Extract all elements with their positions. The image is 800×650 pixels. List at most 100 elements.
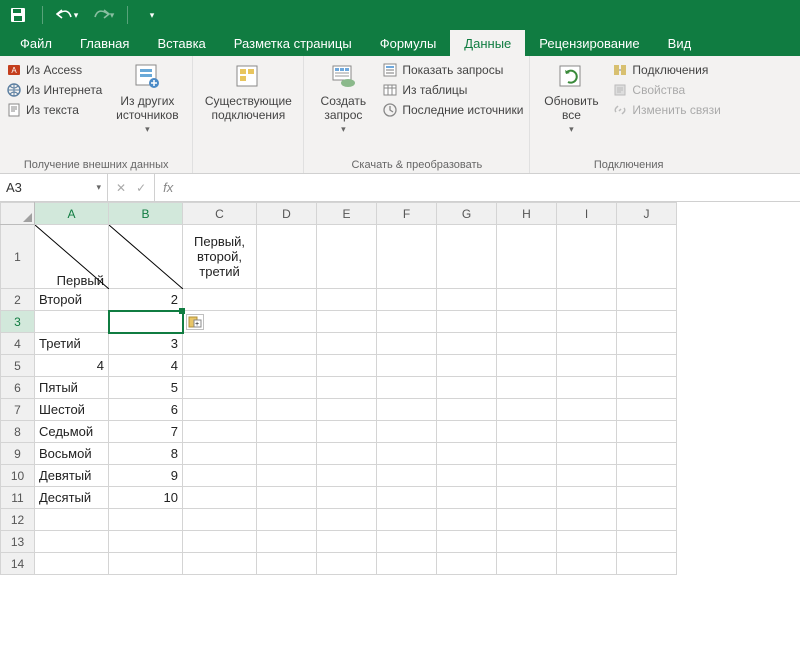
tab-pagelayout[interactable]: Разметка страницы [220,30,366,56]
cell[interactable] [557,553,617,575]
column-header[interactable]: G [437,203,497,225]
cell[interactable] [437,225,497,289]
new-query-button[interactable]: Создать запрос▾ [310,60,376,135]
cell[interactable] [617,531,677,553]
cell[interactable] [557,333,617,355]
from-table-button[interactable]: Из таблицы [382,80,523,100]
redo-icon[interactable]: ▾ [91,3,115,27]
cell[interactable] [183,289,257,311]
cell[interactable]: 8 [109,443,183,465]
cell[interactable] [183,333,257,355]
recent-sources-button[interactable]: Последние источники [382,100,523,120]
cell[interactable] [183,377,257,399]
cell[interactable] [257,531,317,553]
cell[interactable] [35,311,109,333]
cell[interactable] [617,465,677,487]
chevron-down-icon[interactable]: ▾ [96,182,101,193]
row-header[interactable]: 5 [1,355,35,377]
tab-formulas[interactable]: Формулы [366,30,451,56]
cell[interactable] [257,443,317,465]
cell[interactable] [377,399,437,421]
cell[interactable] [183,465,257,487]
cell[interactable] [257,377,317,399]
cell[interactable] [497,487,557,509]
cell[interactable] [437,289,497,311]
cell[interactable] [183,531,257,553]
cell[interactable]: 4 [109,355,183,377]
column-header[interactable]: D [257,203,317,225]
customize-qat-icon[interactable]: ▾ [140,3,164,27]
cell[interactable] [257,333,317,355]
cell[interactable] [497,465,557,487]
cell[interactable] [377,553,437,575]
cell[interactable] [109,225,183,289]
row-header[interactable]: 1 [1,225,35,289]
row-header[interactable]: 13 [1,531,35,553]
cell[interactable] [437,333,497,355]
cell[interactable] [317,553,377,575]
cell[interactable] [377,333,437,355]
cell[interactable] [557,487,617,509]
cell[interactable] [377,377,437,399]
cell[interactable] [257,509,317,531]
row-header[interactable]: 12 [1,509,35,531]
cell[interactable] [257,399,317,421]
cell[interactable] [257,421,317,443]
cell[interactable] [257,487,317,509]
select-all-corner[interactable] [1,203,35,225]
cell[interactable] [317,443,377,465]
cell[interactable] [437,531,497,553]
cell[interactable] [497,289,557,311]
from-other-sources-button[interactable]: Из других источников▾ [108,60,186,135]
cell[interactable] [617,377,677,399]
cell[interactable]: Десятый [35,487,109,509]
from-access-button[interactable]: A Из Access [6,60,102,80]
row-header[interactable]: 3 [1,311,35,333]
cell[interactable] [317,225,377,289]
cell[interactable] [35,553,109,575]
tab-review[interactable]: Рецензирование [525,30,653,56]
cell[interactable]: Пятый [35,377,109,399]
row-header[interactable]: 11 [1,487,35,509]
row-header[interactable]: 4 [1,333,35,355]
cell[interactable] [377,487,437,509]
cell[interactable] [183,399,257,421]
cell[interactable] [617,289,677,311]
cell[interactable]: 7 [109,421,183,443]
column-header[interactable]: I [557,203,617,225]
cell[interactable] [257,465,317,487]
cell[interactable] [497,311,557,333]
cell[interactable] [377,421,437,443]
cell[interactable] [497,509,557,531]
cell[interactable] [497,399,557,421]
cell[interactable]: 9 [109,465,183,487]
fx-label[interactable]: fx [155,174,181,201]
cell[interactable]: Шестой [35,399,109,421]
connections-button[interactable]: Подключения [612,60,720,80]
row-header[interactable]: 6 [1,377,35,399]
cell[interactable] [109,311,183,333]
show-queries-button[interactable]: Показать запросы [382,60,523,80]
cell[interactable] [617,333,677,355]
cell[interactable] [497,225,557,289]
cell[interactable]: Седьмой [35,421,109,443]
column-header[interactable]: C [183,203,257,225]
cell[interactable] [317,487,377,509]
cell[interactable] [617,311,677,333]
cell[interactable] [437,311,497,333]
cell[interactable] [557,443,617,465]
cell[interactable] [257,289,317,311]
cell[interactable] [497,333,557,355]
undo-icon[interactable]: ▾ [55,3,79,27]
cell[interactable]: 5 [109,377,183,399]
cell[interactable] [497,421,557,443]
worksheet[interactable]: ABCDEFGHIJ1ПервыйПервый, второй, третий2… [0,202,800,575]
cell[interactable] [183,355,257,377]
cell[interactable]: 10 [109,487,183,509]
column-header[interactable]: J [617,203,677,225]
column-header[interactable]: F [377,203,437,225]
cell[interactable] [557,509,617,531]
cell[interactable] [437,509,497,531]
cell[interactable] [183,553,257,575]
cell[interactable] [183,443,257,465]
